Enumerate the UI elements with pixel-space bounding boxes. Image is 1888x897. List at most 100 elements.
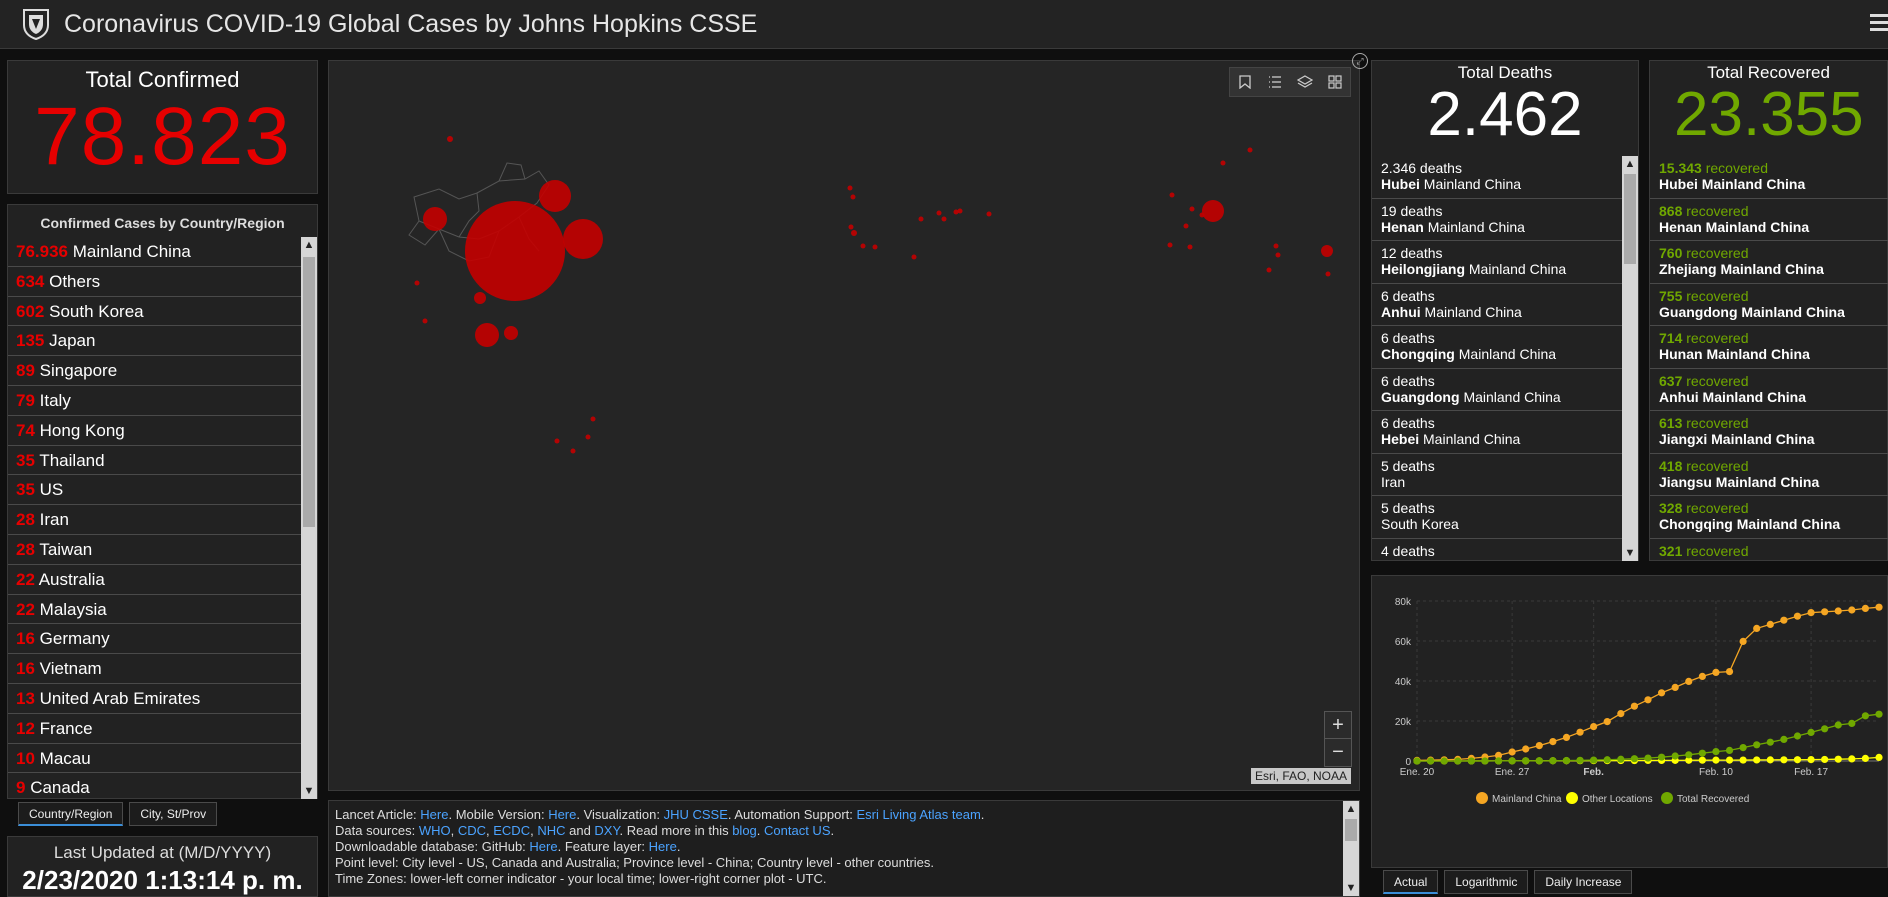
tab-country-region[interactable]: Country/Region bbox=[18, 802, 124, 826]
data-point[interactable] bbox=[1549, 738, 1557, 746]
data-point[interactable] bbox=[1834, 755, 1842, 763]
bubble-point[interactable] bbox=[422, 318, 428, 324]
list-item[interactable]: 637 recovered Anhui Mainland China bbox=[1650, 369, 1888, 411]
info-link[interactable]: DXY bbox=[594, 823, 619, 838]
bubble-point[interactable] bbox=[1183, 223, 1189, 229]
data-point[interactable] bbox=[1848, 719, 1856, 727]
data-point[interactable] bbox=[1617, 755, 1625, 763]
data-point[interactable] bbox=[1685, 751, 1693, 759]
bubble-point[interactable] bbox=[941, 216, 947, 222]
data-point[interactable] bbox=[1807, 728, 1815, 736]
scroll-up-icon[interactable]: ▲ bbox=[1343, 801, 1359, 817]
data-point[interactable] bbox=[1739, 637, 1747, 645]
data-point[interactable] bbox=[1780, 616, 1788, 624]
data-point[interactable] bbox=[1834, 607, 1842, 615]
bubble-point[interactable] bbox=[590, 416, 596, 422]
data-point[interactable] bbox=[1562, 733, 1571, 741]
list-item[interactable]: 28 Iran bbox=[8, 505, 303, 535]
bubble-point[interactable] bbox=[850, 194, 856, 200]
list-item[interactable]: 79 Italy bbox=[8, 386, 303, 416]
cases-line-chart[interactable]: 020k40k60k80kEne. 20 Ene. 27 Feb. Feb. 10 Fe… bbox=[1372, 576, 1888, 869]
bubble-point[interactable] bbox=[1187, 244, 1193, 250]
info-link[interactable]: ECDC bbox=[493, 823, 530, 838]
list-item[interactable]: 22 Malaysia bbox=[8, 595, 303, 625]
map-canvas[interactable] bbox=[329, 61, 1361, 792]
data-point[interactable] bbox=[1576, 728, 1584, 736]
scroll-thumb[interactable] bbox=[1345, 819, 1357, 841]
data-point[interactable] bbox=[1549, 757, 1557, 765]
info-link[interactable]: Here bbox=[420, 807, 448, 822]
data-point[interactable] bbox=[1603, 718, 1611, 726]
data-point[interactable] bbox=[1508, 757, 1516, 765]
info-link[interactable]: Contact US bbox=[764, 823, 830, 838]
legend-list-icon[interactable] bbox=[1260, 68, 1290, 96]
data-point[interactable] bbox=[1481, 757, 1489, 765]
data-point[interactable] bbox=[1821, 608, 1829, 616]
data-point[interactable] bbox=[1535, 742, 1543, 750]
bubble-point[interactable] bbox=[585, 434, 591, 440]
data-point[interactable] bbox=[1440, 757, 1448, 765]
data-point[interactable] bbox=[1739, 744, 1747, 752]
expand-icon[interactable]: ⤢ bbox=[1352, 53, 1368, 69]
data-point[interactable] bbox=[1793, 612, 1802, 620]
info-link[interactable]: Here bbox=[529, 839, 557, 854]
data-point[interactable] bbox=[1712, 668, 1720, 676]
list-item[interactable]: 634 Others bbox=[8, 267, 303, 297]
data-point[interactable] bbox=[1753, 741, 1761, 749]
country-list-scrollbar[interactable]: ▲ ▼ bbox=[301, 237, 317, 799]
bubble-point[interactable] bbox=[847, 185, 853, 191]
data-point[interactable] bbox=[1848, 606, 1856, 614]
bubble-point[interactable] bbox=[1275, 252, 1281, 258]
data-point[interactable] bbox=[1644, 754, 1652, 762]
bubble-point[interactable] bbox=[848, 224, 854, 230]
data-point[interactable] bbox=[1807, 756, 1815, 764]
list-item[interactable]: 602 South Korea bbox=[8, 297, 303, 327]
list-item[interactable]: 35 US bbox=[8, 475, 303, 506]
data-point[interactable] bbox=[1861, 604, 1870, 612]
list-item[interactable]: 9 Canada bbox=[8, 773, 303, 799]
data-point[interactable] bbox=[1861, 712, 1870, 720]
bubble-taiwan[interactable] bbox=[504, 326, 518, 340]
data-point[interactable] bbox=[1562, 756, 1571, 765]
scroll-thumb[interactable] bbox=[1624, 174, 1636, 264]
bubble-point[interactable] bbox=[851, 230, 857, 236]
data-point[interactable] bbox=[1590, 723, 1598, 731]
bubble-south-china[interactable] bbox=[474, 292, 486, 304]
bubble-point[interactable] bbox=[1321, 245, 1333, 257]
data-point[interactable] bbox=[1875, 710, 1883, 718]
list-item[interactable]: 16 Germany bbox=[8, 624, 303, 655]
data-point[interactable] bbox=[1671, 752, 1679, 760]
data-point[interactable] bbox=[1644, 696, 1652, 704]
list-item[interactable]: 22 Australia bbox=[8, 565, 303, 595]
data-point[interactable] bbox=[1848, 755, 1856, 763]
data-point[interactable] bbox=[1739, 756, 1747, 764]
data-point[interactable] bbox=[1535, 757, 1543, 765]
data-point[interactable] bbox=[1426, 757, 1435, 765]
info-link[interactable]: NHC bbox=[537, 823, 565, 838]
tab-city-province[interactable]: City, St/Prov bbox=[129, 802, 218, 826]
list-item[interactable]: 28 Taiwan bbox=[8, 535, 303, 565]
info-link[interactable]: Here bbox=[548, 807, 576, 822]
list-item[interactable]: 12 deaths Heilongjiang Mainland China bbox=[1372, 241, 1624, 284]
info-link[interactable]: JHU CSSE bbox=[664, 807, 728, 822]
bubble-us-west[interactable] bbox=[1202, 200, 1224, 222]
bubble-point[interactable] bbox=[911, 254, 917, 260]
data-point[interactable] bbox=[1861, 754, 1870, 762]
data-point[interactable] bbox=[1467, 757, 1475, 765]
scroll-down-icon[interactable]: ▼ bbox=[1343, 880, 1359, 896]
data-point[interactable] bbox=[1508, 748, 1516, 756]
scroll-thumb[interactable] bbox=[303, 257, 315, 527]
info-link[interactable]: WHO bbox=[419, 823, 451, 838]
list-item[interactable]: 10 Macau bbox=[8, 744, 303, 774]
info-link[interactable]: Esri Living Atlas team bbox=[857, 807, 981, 822]
data-point[interactable] bbox=[1494, 757, 1503, 765]
list-item[interactable]: 35 Thailand bbox=[8, 446, 303, 476]
info-link[interactable]: Here bbox=[649, 839, 677, 854]
bubble-point[interactable] bbox=[1247, 147, 1253, 153]
list-item[interactable]: 321 recoveredShandong Mainland China bbox=[1650, 539, 1888, 562]
data-point[interactable] bbox=[1698, 756, 1706, 764]
data-point[interactable] bbox=[1725, 668, 1734, 676]
list-item[interactable]: 5 deaths Iran bbox=[1372, 454, 1624, 496]
data-point[interactable] bbox=[1766, 738, 1774, 746]
data-point[interactable] bbox=[1780, 735, 1788, 743]
